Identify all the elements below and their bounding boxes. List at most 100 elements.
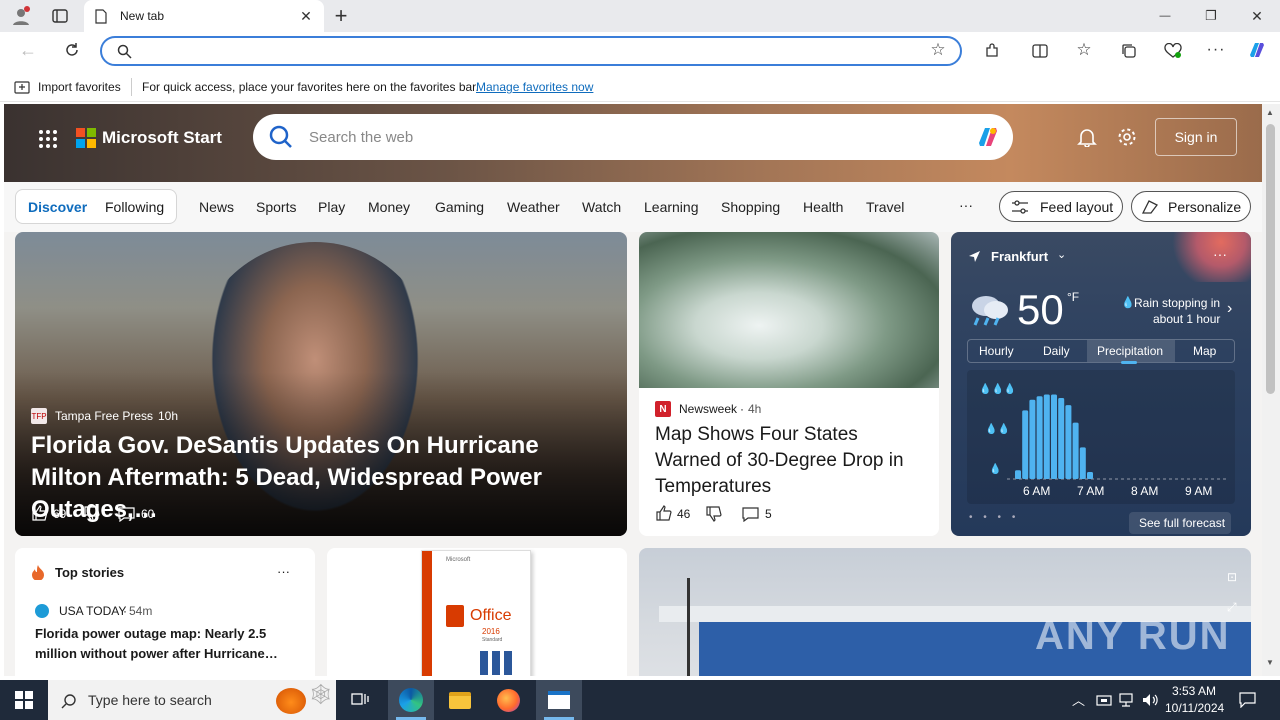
weather-tab-map[interactable]: Map <box>1193 344 1216 358</box>
taskbar-search-box[interactable]: Type here to search 🕸 <box>48 680 336 720</box>
settings-gear-icon[interactable] <box>1116 126 1138 148</box>
tab-discover[interactable]: Discover <box>28 199 87 215</box>
top-stories-more-icon[interactable]: ··· <box>277 564 290 579</box>
ethernet-icon[interactable] <box>1118 692 1134 708</box>
add-favorite-icon[interactable]: ☆ <box>928 40 948 60</box>
nav-watch[interactable]: Watch <box>582 199 621 215</box>
chevron-right-icon[interactable]: › <box>1227 300 1232 318</box>
volume-icon[interactable] <box>1142 692 1158 708</box>
like-icon[interactable] <box>655 504 673 522</box>
carousel-dots[interactable]: • • • • <box>969 512 1019 523</box>
network-icon[interactable] <box>1096 692 1112 708</box>
usa-today-logo <box>35 604 49 618</box>
pumpkin-icon <box>276 688 306 714</box>
weather-more-icon[interactable]: ··· <box>1213 246 1227 262</box>
nav-gaming[interactable]: Gaming <box>435 199 484 215</box>
profile-icon[interactable] <box>10 5 32 27</box>
copilot-icon[interactable] <box>973 123 1003 151</box>
back-icon[interactable]: ← <box>18 40 38 60</box>
taskbar-search-placeholder[interactable]: Type here to search <box>88 692 212 708</box>
scroll-thumb[interactable] <box>1266 124 1275 394</box>
nav-travel[interactable]: Travel <box>866 199 904 215</box>
feed-layout-label: Feed layout <box>1040 198 1114 215</box>
personalize-button[interactable]: Personalize <box>1131 191 1251 222</box>
file-explorer-icon[interactable] <box>449 692 471 709</box>
office-logo-icon <box>446 605 464 627</box>
settings-more-icon[interactable]: ··· <box>1206 40 1226 60</box>
sign-in-button[interactable]: Sign in <box>1155 118 1237 156</box>
favorites-icon[interactable]: ☆ <box>1074 40 1094 60</box>
nav-learning[interactable]: Learning <box>644 199 699 215</box>
extensions-icon[interactable] <box>982 41 1002 61</box>
story-headline[interactable]: Florida power outage map: Nearly 2.5 mil… <box>35 624 301 664</box>
split-screen-icon[interactable] <box>1030 41 1050 61</box>
weather-tab-hourly[interactable]: Hourly <box>979 344 1014 358</box>
maximize-button[interactable]: ❐ <box>1196 6 1226 26</box>
clock-time[interactable]: 3:53 AM <box>1172 684 1216 698</box>
featured-news-card[interactable]: TFP Tampa Free Press · 10h Florida Gov. … <box>15 232 627 536</box>
notifications-bell-icon[interactable] <box>1076 126 1098 148</box>
see-full-forecast-link[interactable]: See full forecast <box>1129 512 1231 534</box>
show-hidden-icons[interactable]: ︿ <box>1072 690 1085 709</box>
nav-health[interactable]: Health <box>803 199 843 215</box>
notifications-icon[interactable] <box>1238 691 1256 709</box>
firefox-icon[interactable] <box>497 689 520 712</box>
office-year: 2016 <box>482 627 500 636</box>
address-bar[interactable]: ☆ <box>100 36 962 66</box>
app-taskbar-button[interactable] <box>536 680 582 720</box>
comment-icon[interactable] <box>117 505 135 523</box>
expand-icon[interactable]: ⤢ <box>1227 600 1237 615</box>
apps-launcher-icon[interactable] <box>36 127 60 151</box>
weather-tab-precipitation[interactable]: Precipitation <box>1087 340 1175 362</box>
nav-weather[interactable]: Weather <box>507 199 560 215</box>
weather-tab-daily[interactable]: Daily <box>1043 344 1070 358</box>
clock-date[interactable]: 10/11/2024 <box>1165 701 1224 715</box>
office-ad-card[interactable]: Microsoft Office 2016 Standard <box>327 548 627 676</box>
nav-sports[interactable]: Sports <box>256 199 296 215</box>
scroll-down-icon[interactable]: ▼ <box>1266 658 1274 667</box>
task-view-icon[interactable] <box>350 690 370 710</box>
nav-shopping[interactable]: Shopping <box>721 199 780 215</box>
scroll-up-icon[interactable]: ▲ <box>1266 108 1274 117</box>
comment-icon[interactable] <box>741 505 759 523</box>
like-count: 69 <box>53 507 67 521</box>
windows-start-icon[interactable] <box>14 690 34 710</box>
collections-icon[interactable] <box>1119 41 1139 61</box>
close-tab-icon[interactable]: ✕ <box>298 8 314 24</box>
brand-title[interactable]: Microsoft Start <box>102 128 222 148</box>
chevron-down-icon[interactable]: ⌄ <box>1057 248 1066 261</box>
like-icon[interactable] <box>31 504 49 522</box>
save-icon[interactable]: ⊡ <box>1227 570 1237 584</box>
story-source[interactable]: USA TODAY <box>59 604 126 618</box>
dislike-icon[interactable] <box>83 505 101 523</box>
news-source[interactable]: Newsweek <box>679 402 737 416</box>
tab-new-tab[interactable]: New tab ✕ <box>84 0 324 32</box>
top-stories-title[interactable]: Top stories <box>55 565 124 580</box>
refresh-icon[interactable] <box>62 40 82 60</box>
edge-taskbar-button[interactable] <box>388 680 434 720</box>
feed-layout-button[interactable]: Feed layout <box>999 191 1123 222</box>
tab-following[interactable]: Following <box>105 199 164 215</box>
nav-more-button[interactable]: ··· <box>959 197 973 213</box>
weather-card[interactable]: Frankfurt ⌄ ··· 50 °F 💧 Rain stopping in… <box>951 232 1251 536</box>
news-card[interactable]: N Newsweek · 4h Map Shows Four States Wa… <box>639 232 939 536</box>
new-tab-button[interactable]: + <box>330 3 352 29</box>
browser-essentials-icon[interactable] <box>1163 41 1183 61</box>
web-search-placeholder[interactable]: Search the web <box>309 129 413 146</box>
minimize-button[interactable]: — <box>1150 6 1180 26</box>
copilot-icon[interactable] <box>1244 37 1270 63</box>
news-source[interactable]: Tampa Free Press <box>55 409 153 423</box>
nav-news[interactable]: News <box>199 199 234 215</box>
image-story-card[interactable]: ⊡ ⤢ ANY RUN <box>639 548 1251 676</box>
dislike-icon[interactable] <box>705 505 723 523</box>
tab-actions-icon[interactable] <box>50 6 70 26</box>
page-scrollbar[interactable]: ▲ ▼ <box>1262 104 1280 676</box>
news-headline[interactable]: Map Shows Four States Warned of 30-Degre… <box>655 422 923 500</box>
weather-location[interactable]: Frankfurt <box>991 249 1048 264</box>
manage-favorites-link[interactable]: Manage favorites now <box>476 80 593 94</box>
web-search-box[interactable]: Search the web <box>253 114 1013 160</box>
nav-play[interactable]: Play <box>318 199 345 215</box>
import-favorites-button[interactable]: Import favorites <box>38 80 121 94</box>
close-window-button[interactable]: ✕ <box>1242 6 1272 26</box>
nav-money[interactable]: Money <box>368 199 410 215</box>
